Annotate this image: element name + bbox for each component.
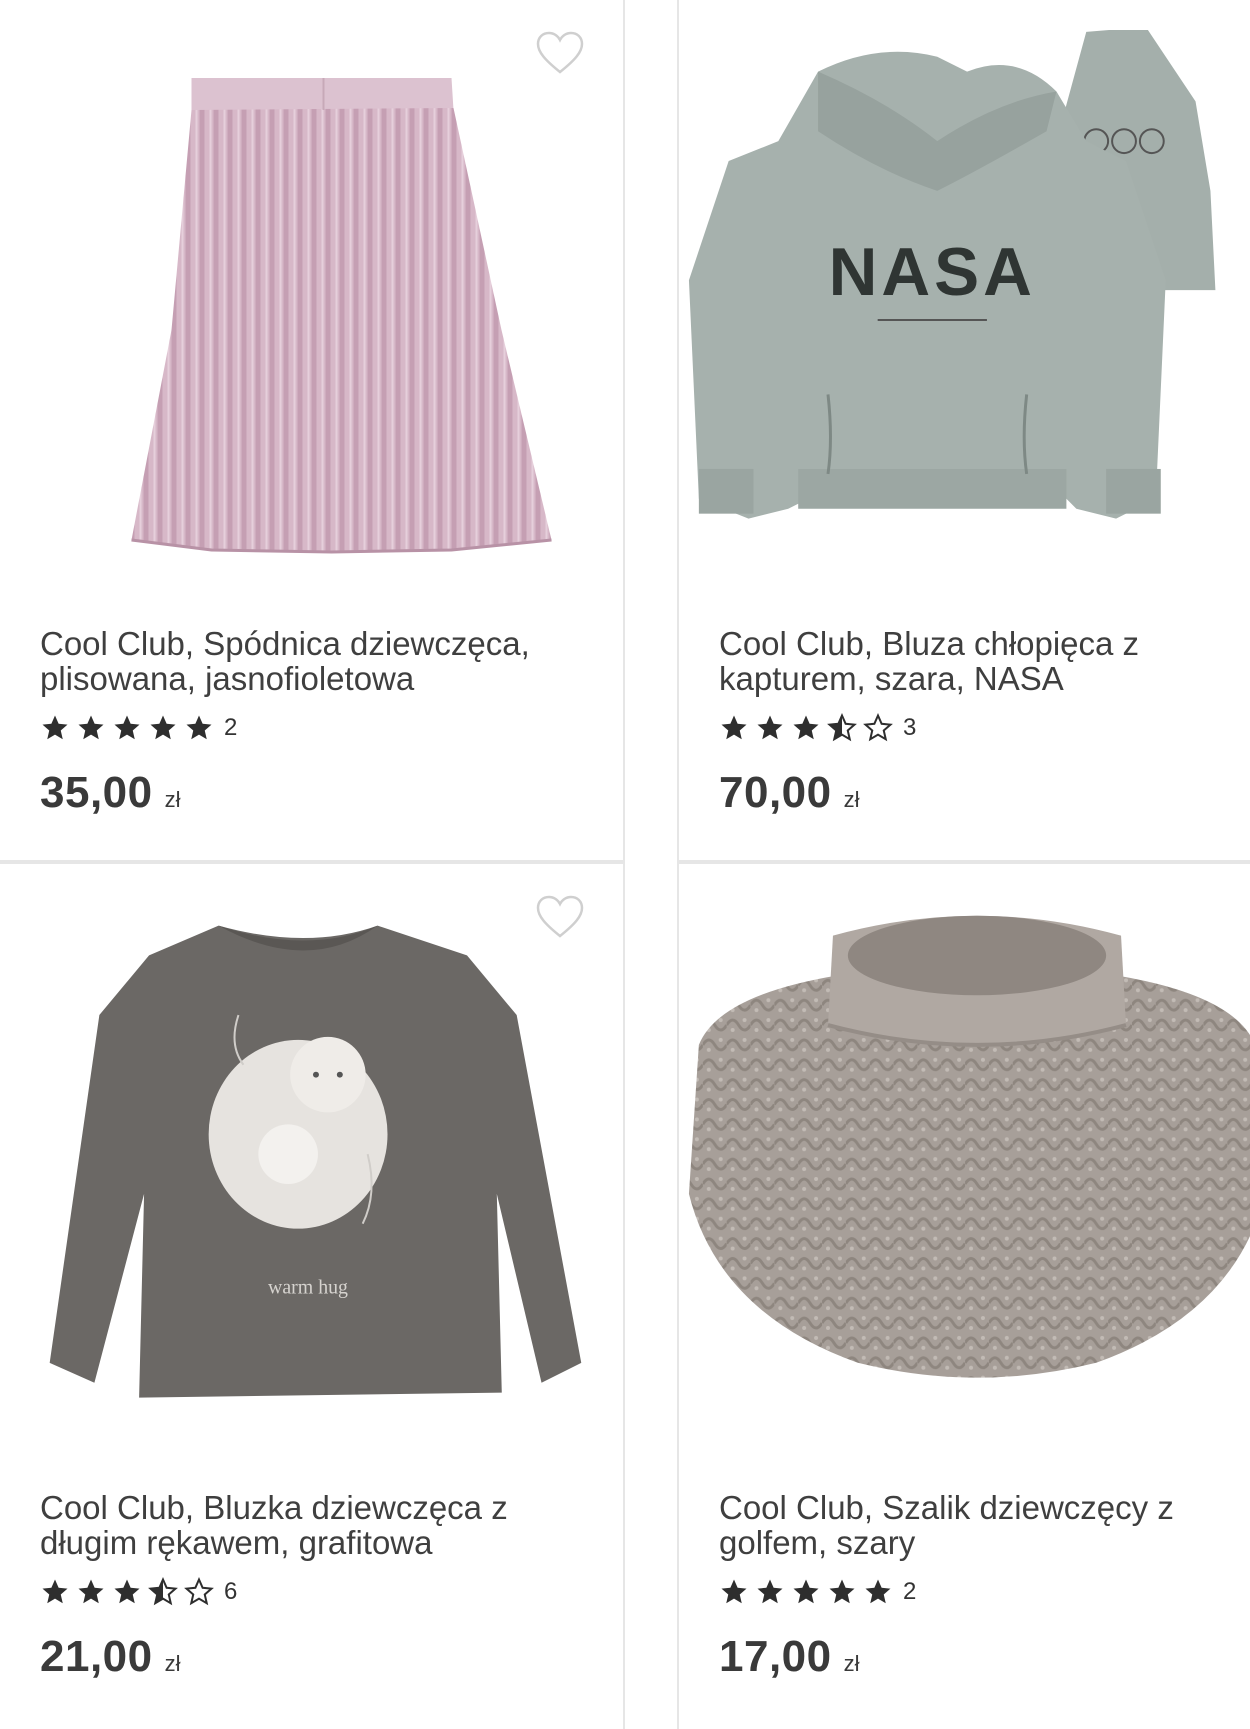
product-price: 17,00 zł: [719, 1632, 860, 1682]
star-full-icon: [112, 1577, 142, 1607]
longsleeve-print-text: warm hug: [268, 1276, 348, 1298]
rating-count: 3: [903, 714, 917, 741]
product-price: 70,00 zł: [719, 768, 860, 818]
star-full-icon: [827, 1577, 857, 1607]
product-image-skirt[interactable]: [20, 30, 603, 600]
star-half-icon: [148, 1577, 178, 1607]
product-price: 35,00 zł: [40, 768, 181, 818]
star-full-icon: [76, 713, 106, 743]
star-half-icon: [827, 713, 857, 743]
star-full-icon: [719, 713, 749, 743]
star-full-icon: [40, 1577, 70, 1607]
product-card[interactable]: Cool Club, Szalik dziewczęcy z golfem, s…: [677, 862, 1250, 1729]
price-currency: zł: [843, 1651, 860, 1676]
product-card[interactable]: warm hug Cool Club, Bluzka dziewczęca z …: [0, 862, 625, 1729]
rating-count: 2: [903, 1578, 917, 1605]
product-grid: Cool Club, Spódnica dziewczęca, plisowan…: [0, 0, 1250, 1729]
product-rating: 2: [40, 713, 237, 743]
star-empty-icon: [184, 1577, 214, 1607]
star-full-icon: [755, 713, 785, 743]
star-full-icon: [755, 1577, 785, 1607]
rating-count: 2: [224, 714, 238, 741]
price-amount: 70,00: [719, 768, 832, 817]
star-full-icon: [863, 1577, 893, 1607]
price-amount: 17,00: [719, 1632, 832, 1681]
product-title[interactable]: Cool Club, Szalik dziewczęcy z golfem, s…: [719, 1490, 1245, 1560]
star-full-icon: [719, 1577, 749, 1607]
price-currency: zł: [164, 1651, 181, 1676]
star-full-icon: [184, 713, 214, 743]
product-title[interactable]: Cool Club, Spódnica dziewczęca, plisowan…: [40, 626, 593, 696]
price-amount: 21,00: [40, 1632, 153, 1681]
price-currency: zł: [164, 787, 181, 812]
star-empty-icon: [863, 713, 893, 743]
product-card[interactable]: NASA Cool Club, Bluza chłopięca z kaptur…: [677, 0, 1250, 862]
price-currency: zł: [843, 787, 860, 812]
product-image-neck-warmer[interactable]: [679, 894, 1250, 1464]
star-full-icon: [148, 713, 178, 743]
product-price: 21,00 zł: [40, 1632, 181, 1682]
star-full-icon: [112, 713, 142, 743]
rating-count: 6: [224, 1578, 238, 1605]
price-amount: 35,00: [40, 768, 153, 817]
product-card[interactable]: Cool Club, Spódnica dziewczęca, plisowan…: [0, 0, 625, 862]
star-full-icon: [76, 1577, 106, 1607]
product-title[interactable]: Cool Club, Bluzka dziewczęca z długim rę…: [40, 1490, 593, 1560]
product-image-hoodie[interactable]: NASA: [679, 30, 1250, 600]
star-full-icon: [791, 713, 821, 743]
product-rating: 3: [719, 713, 916, 743]
product-rating: 6: [40, 1577, 237, 1607]
hoodie-print-text: NASA: [829, 235, 1036, 310]
product-title[interactable]: Cool Club, Bluza chłopięca z kapturem, s…: [719, 626, 1245, 696]
product-image-longsleeve[interactable]: warm hug: [0, 894, 623, 1464]
product-rating: 2: [719, 1577, 916, 1607]
star-full-icon: [40, 713, 70, 743]
star-full-icon: [791, 1577, 821, 1607]
